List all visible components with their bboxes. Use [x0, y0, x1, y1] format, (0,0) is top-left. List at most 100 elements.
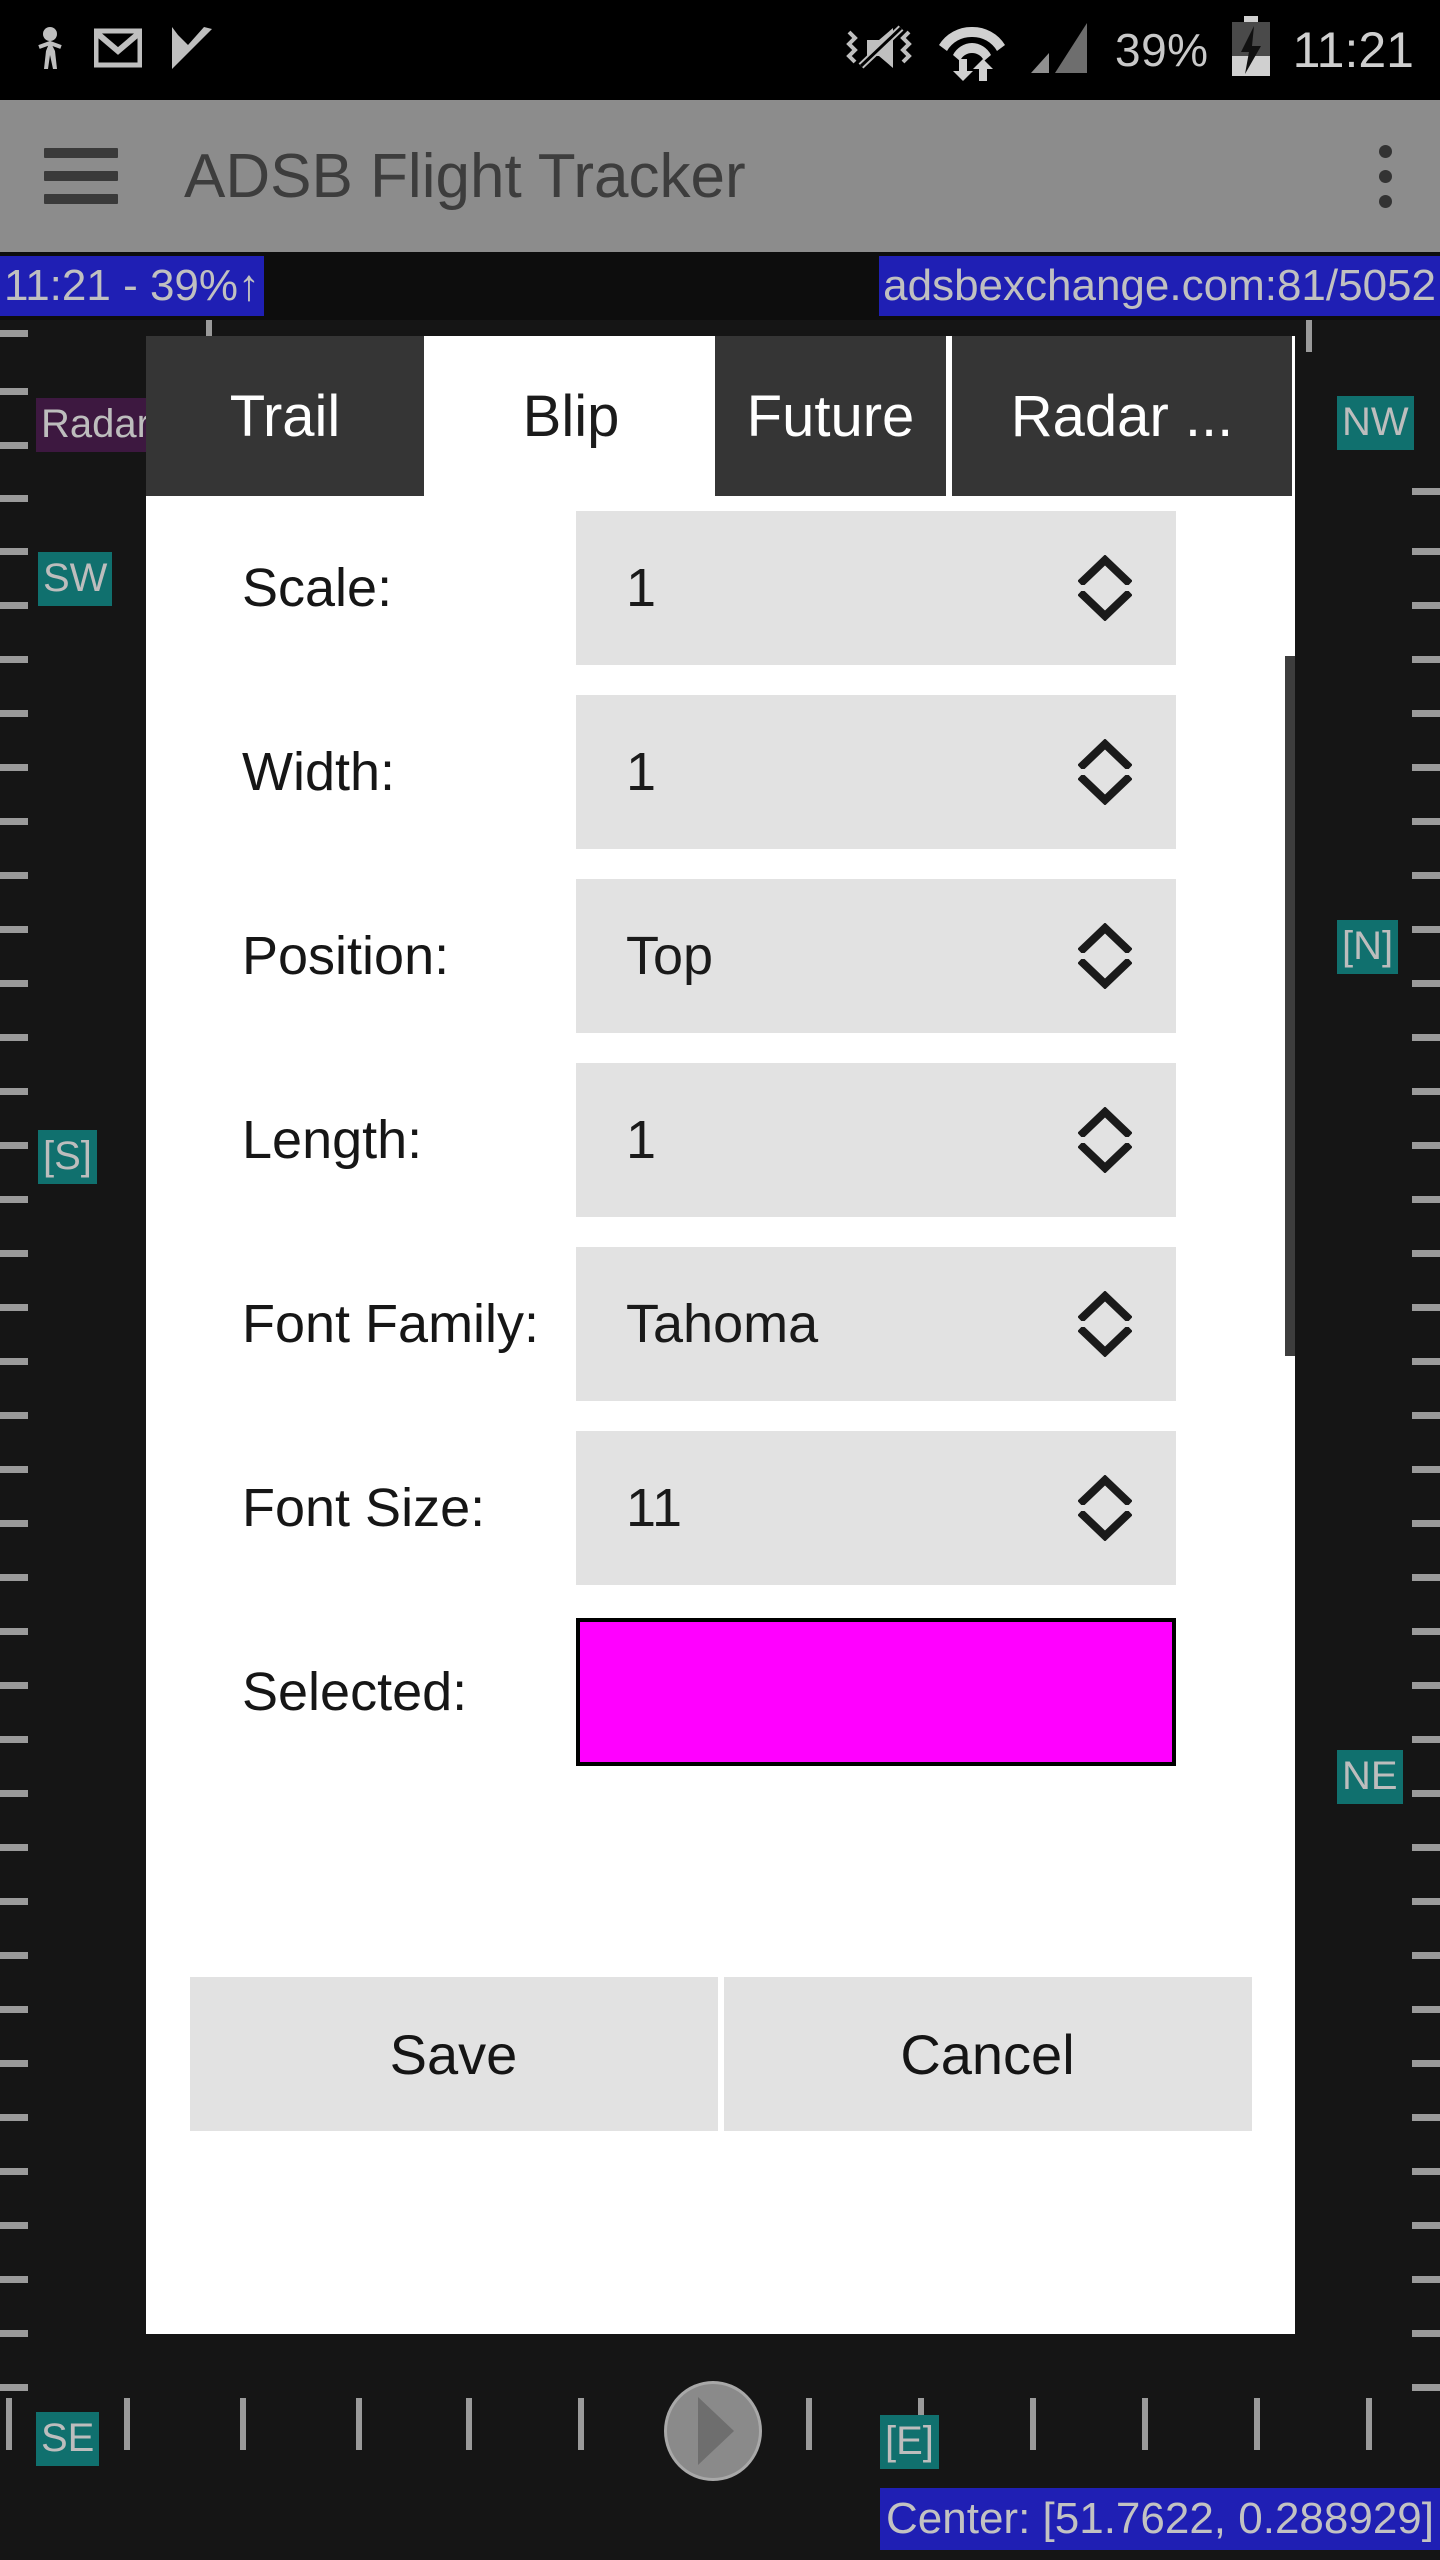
- info-bar-time-battery: 11:21 - 39%↑: [0, 256, 265, 316]
- compass-label-e: [E]: [880, 2415, 939, 2469]
- checkmark-app-icon: [168, 25, 214, 76]
- selected-color-swatch[interactable]: [576, 1618, 1176, 1766]
- ruler-tick: [578, 2398, 584, 2450]
- ruler-tick: [1412, 1952, 1440, 1959]
- ruler-tick: [0, 926, 28, 933]
- font-family-stepper[interactable]: Tahoma: [576, 1247, 1176, 1401]
- ruler-tick: [0, 872, 28, 879]
- field-label-scale: Scale:: [242, 558, 393, 618]
- ruler-tick: [0, 2330, 28, 2337]
- tab-blip[interactable]: Blip: [427, 336, 715, 496]
- ruler-tick: [0, 656, 28, 663]
- stepper-arrows-icon[interactable]: [1078, 923, 1132, 989]
- tab-trail[interactable]: Trail: [146, 336, 427, 496]
- ruler-tick: [1306, 320, 1312, 352]
- ruler-tick: [1412, 2168, 1440, 2175]
- ruler-tick: [1412, 2384, 1440, 2391]
- ruler-tick: [0, 1358, 28, 1365]
- stepper-arrows-icon[interactable]: [1078, 1107, 1132, 1173]
- ruler-tick: [6, 2398, 12, 2450]
- stepper-arrows-icon[interactable]: [1078, 739, 1132, 805]
- tab-radar[interactable]: Radar ...: [949, 336, 1292, 496]
- wifi-icon: [935, 15, 1009, 86]
- ruler-tick: [1366, 2398, 1372, 2450]
- font-size-stepper[interactable]: 11: [576, 1431, 1176, 1585]
- hamburger-menu-icon[interactable]: [44, 148, 118, 204]
- clock-label: 11:21: [1292, 22, 1414, 78]
- ruler-tick: [1254, 2398, 1260, 2450]
- ruler-tick: [1412, 764, 1440, 771]
- form-row-position: Position: Top: [146, 864, 1295, 1048]
- ruler-tick: [1412, 1790, 1440, 1797]
- scale-value: 1: [626, 558, 657, 618]
- ruler-tick: [0, 1628, 28, 1635]
- ruler-tick: [0, 330, 28, 337]
- scale-stepper[interactable]: 1: [576, 511, 1176, 665]
- field-label-font-family: Font Family:: [242, 1294, 540, 1354]
- cancel-button[interactable]: Cancel: [723, 1977, 1252, 2131]
- ruler-tick: [0, 1844, 28, 1851]
- compass-label-s: [S]: [38, 1130, 97, 1184]
- debug-bridge-icon: [34, 25, 68, 76]
- position-stepper[interactable]: Top: [576, 879, 1176, 1033]
- ruler-tick: [240, 2398, 246, 2450]
- ruler-tick: [1412, 1682, 1440, 1689]
- ruler-tick: [0, 2114, 28, 2121]
- overflow-menu-icon[interactable]: [1378, 144, 1392, 208]
- width-stepper[interactable]: 1: [576, 695, 1176, 849]
- ruler-tick: [1412, 2060, 1440, 2067]
- ruler-tick: [1412, 818, 1440, 825]
- length-stepper[interactable]: 1: [576, 1063, 1176, 1217]
- app-bar: ADSB Flight Tracker: [0, 100, 1440, 252]
- ruler-tick: [1412, 1736, 1440, 1743]
- ruler-tick: [0, 2168, 28, 2175]
- play-triangle-icon: [698, 2397, 734, 2465]
- ruler-tick: [1412, 548, 1440, 555]
- dialog-scrollbar[interactable]: [1285, 656, 1295, 1776]
- ruler-tick: [0, 495, 28, 502]
- stepper-arrows-icon[interactable]: [1078, 1291, 1132, 1357]
- info-bar-feed-source: adsbexchange.com:81/5052: [879, 256, 1440, 316]
- ruler-tick: [0, 602, 28, 609]
- ruler-tick: [0, 388, 28, 395]
- compass-label-ne: NE: [1337, 1750, 1403, 1804]
- ruler-tick: [0, 2006, 28, 2013]
- form-row-selected-color: Selected:: [146, 1600, 1295, 1776]
- field-label-position: Position:: [242, 926, 450, 986]
- cell-signal-icon: [1029, 19, 1095, 82]
- vibrate-off-icon: [843, 22, 915, 79]
- ruler-tick: [466, 2398, 472, 2450]
- compass-label-nw: NW: [1337, 396, 1414, 450]
- center-coordinates-readout: Center: [51.7622, 0.288929]: [880, 2488, 1440, 2550]
- compass-label-se: SE: [36, 2412, 100, 2466]
- ruler-tick: [0, 2384, 28, 2391]
- blip-settings-dialog: Trail Blip Future Radar ... Scale: 1 Wid…: [146, 336, 1295, 2334]
- ruler-tick: [0, 2222, 28, 2229]
- dialog-scrollbar-thumb[interactable]: [1285, 656, 1295, 1356]
- ruler-tick: [0, 1196, 28, 1203]
- ruler-tick: [1412, 1466, 1440, 1473]
- ruler-tick: [1412, 2276, 1440, 2283]
- page-title: ADSB Flight Tracker: [184, 141, 746, 211]
- info-bar: 11:21 - 39%↑ adsbexchange.com:81/5052: [0, 252, 1440, 320]
- radar-label: Radar: [36, 398, 155, 452]
- ruler-tick: [0, 764, 28, 771]
- ruler-tick: [1412, 656, 1440, 663]
- stepper-arrows-icon[interactable]: [1078, 1475, 1132, 1541]
- ruler-tick: [1412, 1142, 1440, 1149]
- ruler-tick: [0, 1682, 28, 1689]
- ruler-tick: [1412, 1574, 1440, 1581]
- stepper-arrows-icon[interactable]: [1078, 555, 1132, 621]
- save-button[interactable]: Save: [189, 1977, 718, 2131]
- font-size-value: 11: [626, 1478, 683, 1538]
- field-label-width: Width:: [242, 742, 396, 802]
- ruler-tick: [0, 1574, 28, 1581]
- play-sweep-button[interactable]: [664, 2381, 762, 2481]
- ruler-tick: [0, 1466, 28, 1473]
- ruler-tick: [356, 2398, 362, 2450]
- ruler-tick: [1412, 2006, 1440, 2013]
- dialog-tab-bar: Trail Blip Future Radar ...: [146, 336, 1295, 496]
- tab-future[interactable]: Future: [715, 336, 949, 496]
- ruler-tick: [1412, 872, 1440, 879]
- ruler-tick: [1030, 2398, 1036, 2450]
